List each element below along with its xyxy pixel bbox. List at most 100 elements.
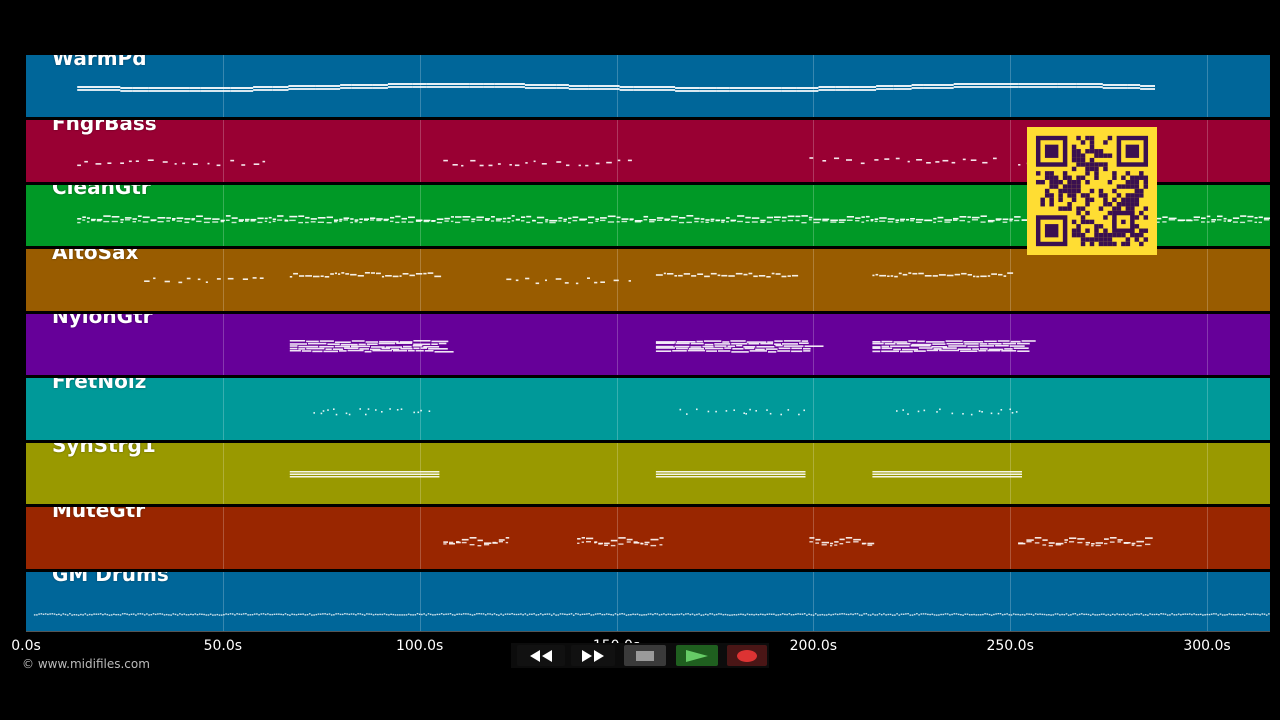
midi-note: [731, 342, 748, 345]
midi-note: [157, 217, 166, 219]
midi-note: [381, 613, 384, 616]
midi-note: [768, 351, 777, 353]
midi-note: [1151, 613, 1154, 616]
midi-note: [717, 274, 721, 277]
midi-note: [696, 340, 703, 343]
midi-note: [334, 219, 339, 221]
record-button[interactable]: [727, 645, 767, 666]
midi-note: [504, 613, 507, 615]
midi-note: [998, 273, 1003, 276]
midi-note: [242, 278, 248, 280]
track-synstrg1[interactable]: SynStrg1: [26, 442, 1270, 504]
midi-note: [967, 274, 972, 276]
midi-note: [95, 613, 98, 615]
midi-note: [194, 613, 197, 615]
midi-note: [771, 272, 775, 275]
track-warmpd[interactable]: WarmPd: [26, 55, 1270, 117]
midi-note: [115, 614, 117, 616]
midi-note: [1248, 613, 1250, 615]
midi-note: [872, 350, 881, 353]
midi-note: [907, 413, 909, 415]
track-altosax[interactable]: AltoSax: [26, 249, 1270, 311]
midi-note: [143, 614, 146, 616]
midi-note: [674, 614, 676, 616]
midi-note: [1171, 613, 1173, 615]
midi-note: [542, 614, 544, 616]
midi-note: [830, 219, 838, 222]
midi-note: [108, 614, 111, 616]
midi-note: [264, 220, 268, 222]
midi-note: [586, 537, 594, 540]
midi-note: [616, 614, 619, 616]
midi-note: [946, 613, 949, 615]
midi-note: [258, 614, 260, 616]
midi-note: [365, 341, 379, 343]
play-button[interactable]: [676, 645, 718, 666]
midi-note: [568, 85, 589, 87]
track-fretnoiz[interactable]: FretNoiz: [26, 378, 1270, 440]
midi-note: [1019, 614, 1022, 616]
midi-note: [332, 348, 344, 350]
fast-forward-button[interactable]: [571, 645, 615, 666]
midi-note: [392, 613, 395, 616]
midi-note: [449, 541, 454, 544]
midi-note: [203, 221, 210, 224]
midi-note: [132, 613, 135, 615]
midi-note: [60, 614, 62, 616]
midi-note: [267, 613, 269, 615]
midi-note: [755, 410, 757, 412]
midi-note: [1085, 613, 1088, 615]
midi-note: [787, 409, 790, 411]
midi-note: [1034, 537, 1042, 539]
midi-note: [137, 220, 141, 222]
midi-note: [304, 614, 307, 616]
midi-note: [745, 413, 747, 415]
midi-note: [370, 272, 375, 274]
midi-note: [781, 87, 797, 89]
midi-note: [679, 217, 686, 219]
midi-note: [777, 350, 791, 352]
stop-button[interactable]: [624, 645, 666, 666]
midi-note: [702, 345, 714, 348]
rewind-button[interactable]: [517, 645, 565, 666]
midi-note: [846, 159, 852, 161]
midi-note: [1041, 613, 1044, 616]
midi-note: [393, 349, 407, 352]
midi-note: [887, 275, 890, 277]
midi-note: [808, 613, 810, 615]
midi-note: [791, 274, 799, 277]
midi-note: [979, 343, 988, 345]
midi-note: [1263, 613, 1266, 615]
midi-note: [766, 221, 772, 223]
midi-note: [679, 408, 682, 411]
midi-note: [203, 217, 212, 220]
midi-note: [1162, 221, 1167, 223]
track-nylongtr[interactable]: NylonGtr: [26, 313, 1270, 375]
midi-note: [176, 220, 182, 222]
midi-note: [876, 614, 879, 616]
midi-note: [345, 412, 348, 415]
midi-note: [1057, 83, 1076, 85]
track-mutegtr[interactable]: MuteGtr: [26, 507, 1270, 569]
midi-note: [1247, 220, 1253, 222]
midi-note: [214, 614, 216, 616]
midi-note: [655, 345, 674, 348]
midi-note: [352, 613, 355, 615]
track-gm-drums[interactable]: GM Drums: [26, 571, 1270, 631]
midi-note: [961, 272, 967, 275]
midi-note: [656, 219, 663, 221]
midi-note: [619, 89, 634, 91]
midi-note: [423, 220, 429, 223]
midi-note: [485, 218, 491, 220]
midi-note: [495, 218, 502, 220]
midi-note: [1001, 350, 1017, 352]
midi-note: [284, 219, 288, 221]
midi-note: [606, 161, 612, 164]
midi-note: [755, 348, 765, 351]
midi-note: [860, 162, 865, 165]
midi-note: [655, 473, 806, 475]
midi-note: [289, 343, 307, 345]
midi-note: [594, 281, 598, 284]
midi-note: [1048, 542, 1055, 544]
midi-note: [1155, 613, 1158, 615]
